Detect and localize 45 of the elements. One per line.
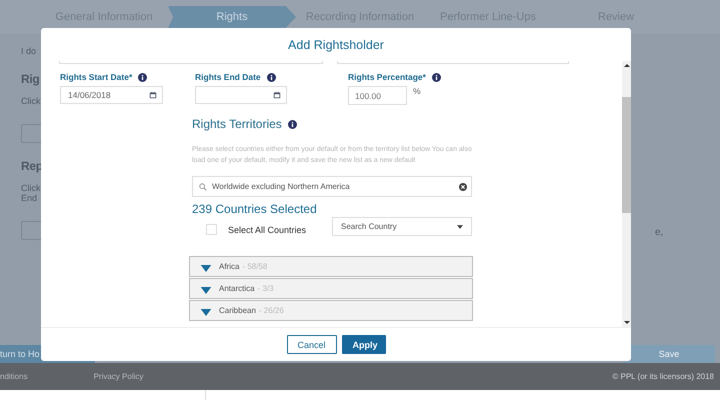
modal-title: Add Rightsholder bbox=[288, 38, 384, 52]
section-title: Rights Territories bbox=[192, 117, 282, 131]
date-field[interactable]: 14/06/2018 bbox=[60, 86, 163, 104]
intro-text: I do bbox=[21, 46, 36, 56]
expand-triangle-icon bbox=[200, 308, 212, 316]
field-label: Rights Percentage* bbox=[348, 72, 426, 82]
field-label: Rights End Date bbox=[195, 72, 261, 82]
percent-sign: % bbox=[413, 86, 421, 96]
stepper-step[interactable]: Rights bbox=[168, 6, 296, 28]
input-field[interactable] bbox=[59, 61, 323, 64]
calendar-icon[interactable] bbox=[273, 91, 281, 99]
region-name: Caribbean bbox=[219, 306, 256, 315]
date-field[interactable] bbox=[195, 86, 287, 104]
field-label: Rights Start Date* bbox=[60, 72, 132, 82]
save-button[interactable]: Save bbox=[623, 345, 715, 363]
section-text: Click bbox=[21, 96, 40, 106]
calendar-icon[interactable] bbox=[149, 91, 157, 99]
section-text: e, bbox=[655, 227, 664, 238]
cancel-button[interactable]: Cancel bbox=[286, 335, 336, 354]
region-name: Africa bbox=[219, 262, 240, 271]
country-dropdown[interactable]: Search Country bbox=[332, 217, 472, 236]
info-icon[interactable] bbox=[138, 72, 148, 82]
territory-filter-field[interactable]: Worldwide excluding Northern America bbox=[192, 176, 472, 197]
selected-count: 239 Countries Selected bbox=[192, 202, 318, 216]
info-icon[interactable] bbox=[288, 120, 297, 128]
section-heading: Rig bbox=[21, 72, 40, 86]
region-name: Antarctica bbox=[219, 284, 255, 293]
expand-triangle-icon bbox=[200, 264, 212, 272]
percentage-field[interactable]: 100.00 bbox=[348, 86, 407, 105]
footer-link[interactable]: nditions bbox=[0, 372, 28, 381]
section-text: End bbox=[21, 193, 38, 203]
checkbox-label: Select All Countries bbox=[228, 224, 306, 234]
input-field[interactable] bbox=[337, 61, 569, 64]
copyright-text: © PPL (or its licensors) 2018 bbox=[612, 372, 714, 381]
apply-button[interactable]: Apply bbox=[342, 335, 386, 354]
scrollbar[interactable] bbox=[622, 61, 631, 327]
caret-icon bbox=[457, 224, 463, 228]
clear-icon[interactable] bbox=[459, 182, 467, 190]
expand-triangle-icon bbox=[200, 286, 212, 294]
info-icon[interactable] bbox=[432, 72, 441, 82]
checkbox[interactable] bbox=[206, 224, 217, 235]
search-icon bbox=[199, 182, 207, 190]
section-text: Click bbox=[21, 183, 40, 193]
footer-link[interactable]: Privacy Policy bbox=[94, 372, 144, 381]
info-icon[interactable] bbox=[266, 72, 276, 82]
